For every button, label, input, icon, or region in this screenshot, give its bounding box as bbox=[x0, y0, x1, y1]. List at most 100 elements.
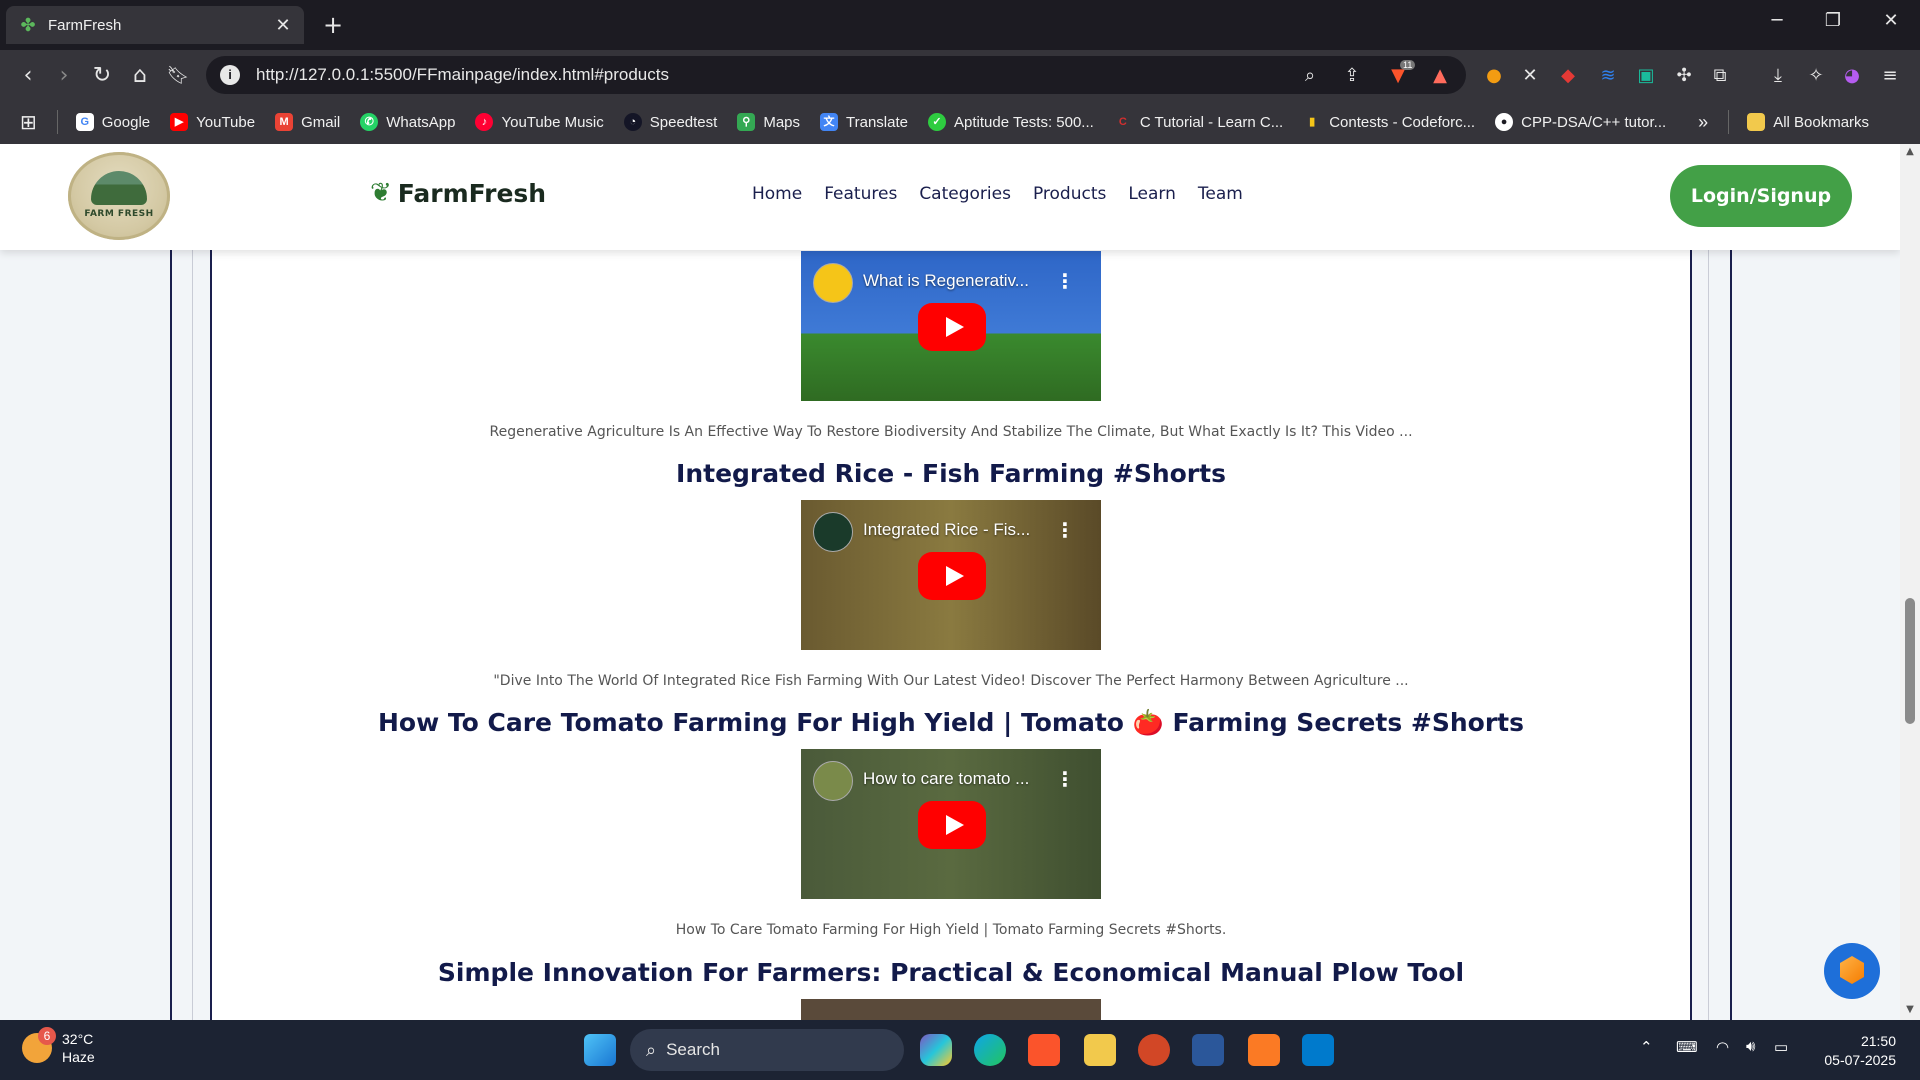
bookmark-item[interactable]: G Google bbox=[75, 113, 150, 131]
reload-button[interactable]: ↻ bbox=[88, 62, 116, 90]
more-options-icon[interactable]: ⋮ bbox=[1055, 767, 1075, 791]
youtube-video-player[interactable]: How to care tomato ... ⋮ bbox=[801, 749, 1101, 899]
brave-browser-icon[interactable] bbox=[1028, 1034, 1060, 1066]
scroll-down-icon[interactable]: ▼ bbox=[1904, 1004, 1916, 1015]
clock-time: 21:50 bbox=[1860, 1033, 1896, 1049]
bookmark-separator bbox=[56, 110, 58, 134]
youtube-music-icon: ♪ bbox=[475, 113, 494, 131]
bookmark-item[interactable]: ◔ Speedtest bbox=[623, 113, 717, 131]
nav-home[interactable]: Home bbox=[752, 184, 802, 204]
gmail-icon: M bbox=[275, 113, 294, 131]
windows-start-icon[interactable] bbox=[584, 1034, 616, 1066]
bookmark-separator bbox=[1728, 110, 1730, 134]
nav-categories[interactable]: Categories bbox=[919, 184, 1011, 204]
restore-button[interactable]: ❐ bbox=[1818, 10, 1848, 31]
close-tab-icon[interactable]: ✕ bbox=[274, 15, 292, 36]
more-options-icon[interactable]: ⋮ bbox=[1055, 518, 1075, 542]
bookmark-button[interactable]: 🔖︎ bbox=[164, 62, 192, 90]
bookmark-item[interactable]: ✓ Aptitude Tests: 500... bbox=[928, 113, 1094, 131]
reader-extension-icon[interactable]: ≋ bbox=[1594, 62, 1622, 90]
volume-icon[interactable]: 🔊︎ bbox=[1746, 1038, 1755, 1055]
new-tab-button[interactable]: + bbox=[320, 12, 346, 38]
edge-icon[interactable] bbox=[974, 1034, 1006, 1066]
extensions-icon[interactable]: ✣ bbox=[1670, 62, 1698, 90]
nav-team[interactable]: Team bbox=[1198, 184, 1243, 204]
address-bar[interactable]: i http://127.0.0.1:5500/FFmainpage/index… bbox=[206, 56, 1466, 94]
home-button[interactable]: ⌂ bbox=[126, 62, 154, 90]
bookmark-item[interactable]: ⚲ Maps bbox=[737, 113, 800, 131]
taskbar-search[interactable]: ⌕ Search bbox=[630, 1029, 904, 1071]
menu-icon[interactable]: ≡ bbox=[1876, 62, 1904, 90]
battery-icon[interactable]: ▭ bbox=[1774, 1038, 1788, 1056]
nav-features[interactable]: Features bbox=[824, 184, 897, 204]
site-info-icon[interactable]: i bbox=[220, 65, 240, 85]
scrollbar-thumb[interactable] bbox=[1905, 598, 1915, 724]
windows-taskbar: 6 32°C Haze ⌕ Search ⌃ ⌨ ◠ 🔊︎ ▭ 21:50 05… bbox=[0, 1020, 1920, 1080]
site-header: FARM FRESH ❦ FarmFresh Home Features Cat… bbox=[0, 144, 1900, 250]
bookmark-item[interactable]: 文 Translate bbox=[820, 113, 908, 131]
page-scrollbar[interactable]: ▲ ▼ bbox=[1900, 144, 1920, 1020]
play-button-icon[interactable] bbox=[918, 801, 986, 849]
products-learning-section: What is Regenerativ... ⋮ Regenerative Ag… bbox=[0, 144, 1900, 1020]
close-window-button[interactable]: ✕ bbox=[1876, 10, 1906, 31]
nav-learn[interactable]: Learn bbox=[1128, 184, 1176, 204]
wifi-icon[interactable]: ◠ bbox=[1716, 1038, 1729, 1056]
search-icon: ⌕ bbox=[646, 1039, 657, 1060]
word-icon[interactable] bbox=[1192, 1034, 1224, 1066]
system-clock[interactable]: 21:50 05-07-2025 bbox=[1812, 1032, 1896, 1070]
play-button-icon[interactable] bbox=[918, 303, 986, 351]
sidebar-icon[interactable]: ⧉ bbox=[1706, 62, 1734, 90]
weather-haze-icon: 6 bbox=[22, 1027, 56, 1063]
code-extension-icon[interactable]: ▣ bbox=[1632, 62, 1660, 90]
pdf-extension-icon[interactable]: ◆ bbox=[1554, 62, 1582, 90]
scroll-up-icon[interactable]: ▲ bbox=[1904, 146, 1916, 157]
farm-fresh-logo[interactable]: FARM FRESH bbox=[68, 152, 170, 240]
minimize-button[interactable]: ─ bbox=[1762, 10, 1792, 31]
video-player-title: What is Regenerativ... bbox=[863, 271, 1029, 290]
downloads-icon[interactable]: ⤓ bbox=[1764, 62, 1792, 90]
play-button-icon[interactable] bbox=[918, 552, 986, 600]
extension-icon[interactable]: ● bbox=[1480, 62, 1508, 90]
zoom-icon[interactable]: ⌕ bbox=[1296, 62, 1324, 90]
channel-avatar-icon bbox=[813, 761, 853, 801]
login-signup-button[interactable]: Login/Signup bbox=[1670, 165, 1852, 227]
youtube-video-player[interactable]: Integrated Rice - Fis... ⋮ bbox=[801, 500, 1101, 650]
more-options-icon[interactable]: ⋮ bbox=[1055, 269, 1075, 293]
keyboard-icon[interactable]: ⌨ bbox=[1676, 1038, 1698, 1056]
translate-icon: 文 bbox=[820, 113, 839, 131]
back-button[interactable]: ‹ bbox=[14, 62, 42, 90]
shields-count-badge: 11 bbox=[1400, 60, 1416, 70]
share-icon[interactable]: ⇪ bbox=[1338, 62, 1366, 90]
all-bookmarks-button[interactable]: All Bookmarks bbox=[1747, 113, 1869, 131]
file-explorer-icon[interactable] bbox=[1084, 1034, 1116, 1066]
leo-ai-icon[interactable]: ✧ bbox=[1802, 62, 1830, 90]
forward-button[interactable]: › bbox=[50, 62, 78, 90]
aptitude-icon: ✓ bbox=[928, 113, 946, 131]
clock-date: 05-07-2025 bbox=[1824, 1052, 1896, 1068]
bookmark-item[interactable]: ♪ YouTube Music bbox=[475, 113, 604, 131]
browser-tab[interactable]: ✤ FarmFresh ✕ bbox=[6, 6, 304, 44]
bookmark-item[interactable]: ● CPP-DSA/C++ tutor... bbox=[1495, 113, 1666, 131]
weather-widget[interactable]: 6 32°C Haze bbox=[22, 1027, 95, 1066]
nav-products[interactable]: Products bbox=[1033, 184, 1106, 204]
powerpoint-icon[interactable] bbox=[1138, 1034, 1170, 1066]
apps-grid-icon[interactable]: ⊞ bbox=[20, 110, 37, 135]
bookmark-item[interactable]: ✆ WhatsApp bbox=[360, 113, 455, 131]
youtube-video-player[interactable]: What is Regenerativ... ⋮ bbox=[801, 251, 1101, 401]
bookmark-item[interactable]: M Gmail bbox=[275, 113, 340, 131]
floating-action-button[interactable] bbox=[1824, 943, 1880, 999]
x-extension-icon[interactable]: ✕ bbox=[1516, 62, 1544, 90]
maps-icon: ⚲ bbox=[737, 113, 756, 131]
more-bookmarks-button[interactable]: » bbox=[1698, 112, 1708, 133]
bookmark-item[interactable]: ▮ Contests - Codeforc... bbox=[1303, 113, 1475, 131]
copilot-icon[interactable] bbox=[920, 1034, 952, 1066]
xampp-icon[interactable] bbox=[1248, 1034, 1280, 1066]
vscode-icon[interactable] bbox=[1302, 1034, 1334, 1066]
brand-name[interactable]: ❦ FarmFresh bbox=[370, 178, 546, 208]
youtube-video-player[interactable] bbox=[801, 999, 1101, 1020]
profile-icon[interactable]: ◕ bbox=[1838, 62, 1866, 90]
show-hidden-icons[interactable]: ⌃ bbox=[1640, 1038, 1653, 1056]
brave-rewards-icon[interactable]: ▲ bbox=[1426, 62, 1454, 90]
bookmark-item[interactable]: ▶ YouTube bbox=[170, 113, 255, 131]
bookmark-item[interactable]: CC Tutorial - Learn C... bbox=[1114, 113, 1283, 131]
